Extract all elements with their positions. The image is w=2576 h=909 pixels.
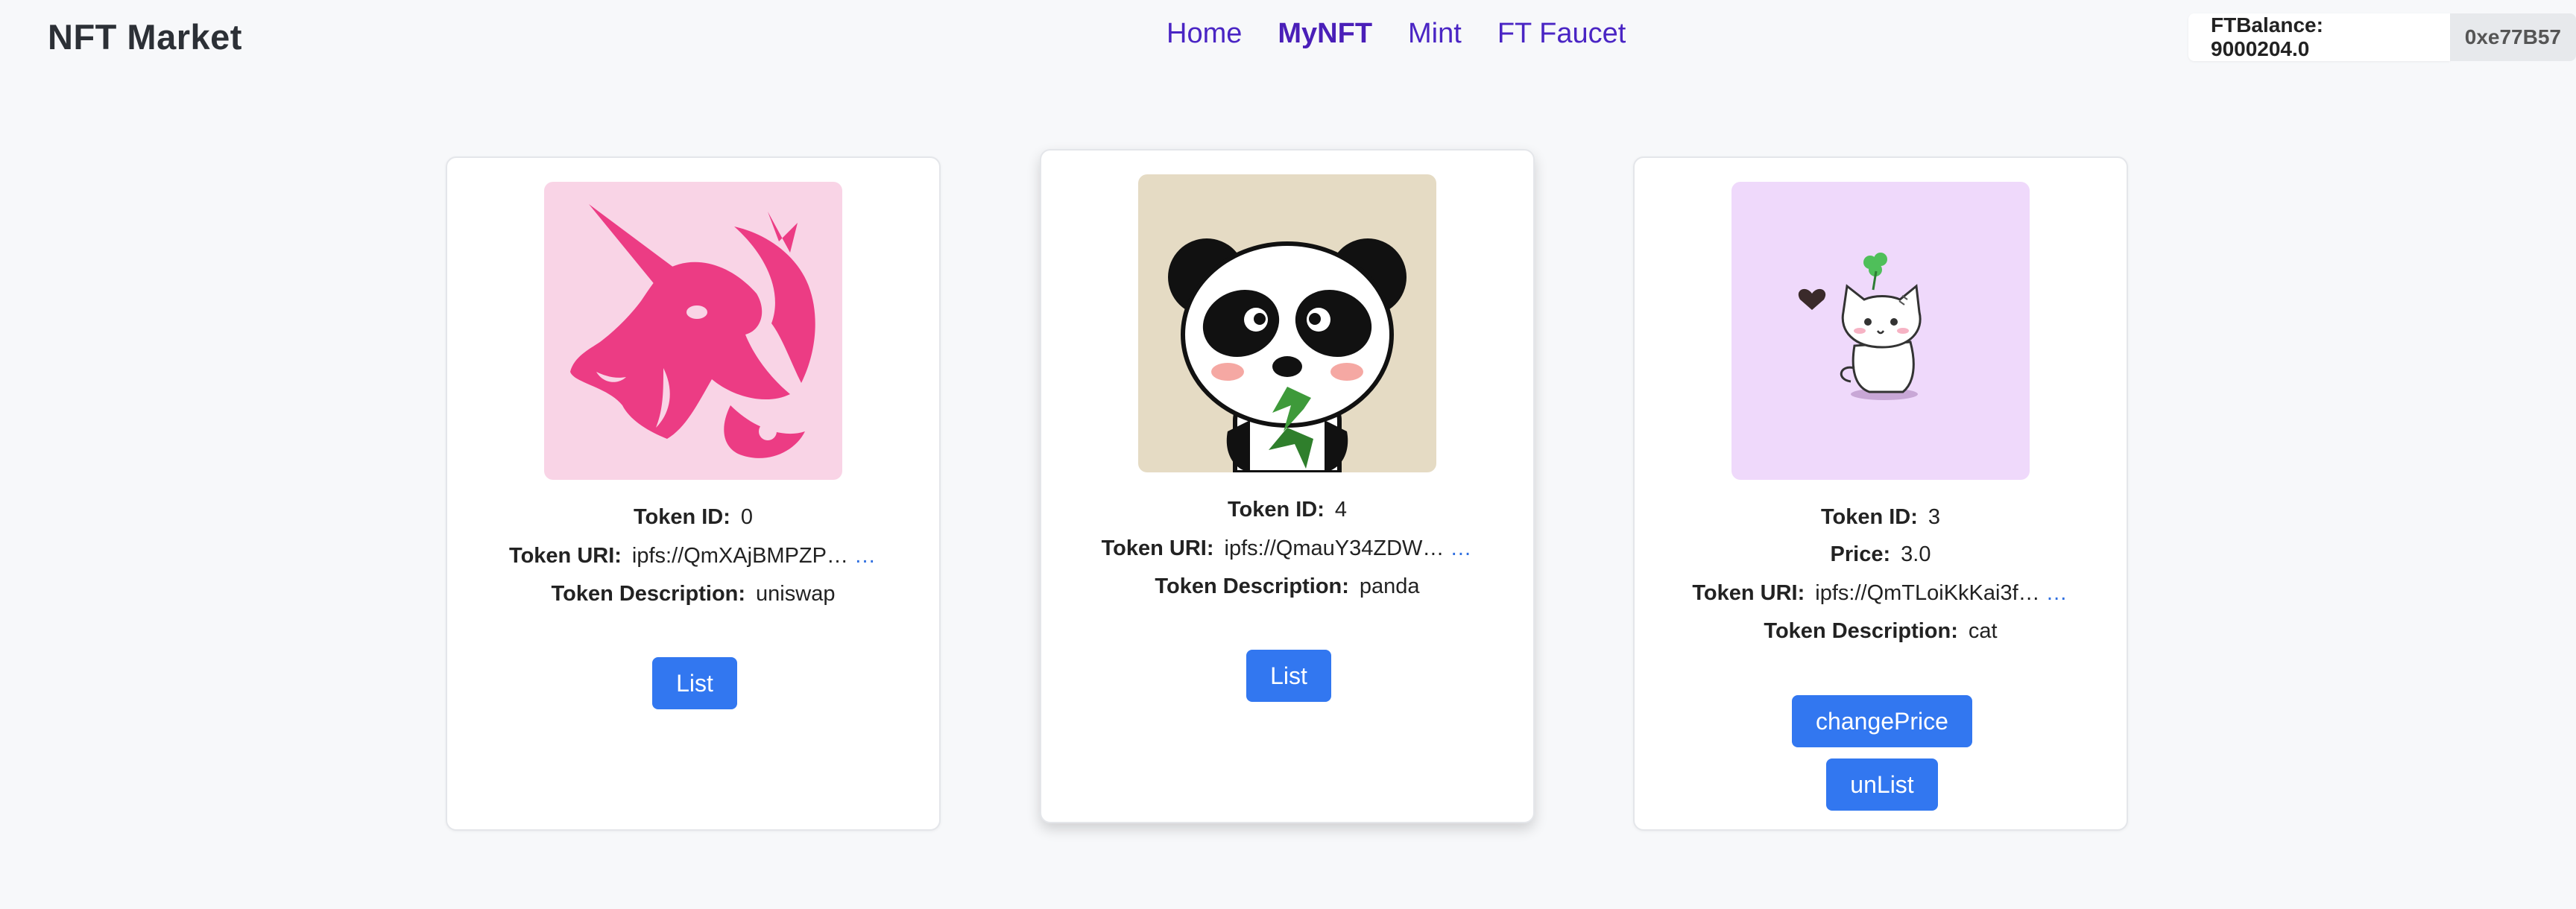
token-id-label: Token ID: (1227, 498, 1325, 522)
expand-uri-link[interactable]: … (1450, 536, 1473, 560)
ft-balance: FTBalance: 9000204.0 (2188, 13, 2450, 61)
token-uri-value: ipfs://QmXAjBMPZP… (631, 544, 848, 568)
token-id-row: Token ID: 0 (447, 505, 939, 530)
token-description-row: Token Description: cat (1635, 619, 2127, 644)
token-uri-label: Token URI: (1101, 536, 1214, 560)
panda-icon (1138, 174, 1436, 472)
brand-title[interactable]: NFT Market (48, 16, 242, 57)
token-uri-row: Token URI: ipfs://QmTLoiKkKai3f…… (1635, 581, 2127, 606)
token-uri-row: Token URI: ipfs://QmXAjBMPZP…… (447, 544, 939, 568)
token-description-value: uniswap (756, 582, 836, 606)
token-uri-label: Token URI: (509, 544, 622, 568)
token-id-row: Token ID: 3 (1635, 505, 2127, 530)
token-id-label: Token ID: (1820, 505, 1918, 529)
token-id-label: Token ID: (633, 505, 730, 529)
token-id-value: 0 (740, 505, 754, 529)
price-row: Price: 3.0 (1635, 542, 2127, 567)
main-nav: Home MyNFT Mint FT Faucet (1167, 18, 1626, 50)
token-description-label: Token Description: (1764, 619, 1958, 643)
expand-uri-link[interactable]: … (2046, 581, 2069, 605)
unlist-button[interactable]: unList (1826, 758, 1938, 811)
token-uri-value: ipfs://QmTLoiKkKai3f… (1815, 581, 2040, 605)
nft-card-panda: Token ID: 4 Token URI: ipfs://QmauY34ZDW……… (1040, 149, 1535, 823)
change-price-button[interactable]: changePrice (1792, 695, 1972, 747)
nav-mynft[interactable]: MyNFT (1278, 18, 1372, 50)
expand-uri-link[interactable]: … (854, 544, 877, 568)
wallet-info[interactable]: FTBalance: 9000204.0 0xe77B57 (2188, 13, 2576, 61)
unicorn-image (544, 182, 842, 480)
cat-image (1731, 182, 2030, 480)
token-description-label: Token Description: (1155, 574, 1349, 598)
token-description-row: Token Description: uniswap (447, 582, 939, 606)
token-description-label: Token Description: (551, 582, 746, 606)
top-bar: NFT Market Home MyNFT Mint FT Faucet FTB… (0, 0, 2576, 75)
cat-icon (1731, 182, 2030, 480)
token-uri-row: Token URI: ipfs://QmauY34ZDW…… (1041, 536, 1533, 561)
list-button[interactable]: List (652, 657, 737, 709)
nav-home[interactable]: Home (1167, 18, 1242, 50)
nft-card-uniswap: Token ID: 0 Token URI: ipfs://QmXAjBMPZP……… (446, 156, 941, 831)
account-address[interactable]: 0xe77B57 (2449, 13, 2576, 61)
token-uri-label: Token URI: (1692, 581, 1805, 605)
nav-ft-faucet[interactable]: FT Faucet (1497, 18, 1626, 50)
panda-image (1138, 174, 1436, 472)
unicorn-icon (544, 182, 842, 480)
token-description-row: Token Description: panda (1041, 574, 1533, 599)
token-id-value: 4 (1334, 498, 1348, 522)
token-uri-value: ipfs://QmauY34ZDW… (1224, 536, 1445, 560)
token-id-row: Token ID: 4 (1041, 498, 1533, 522)
token-id-value: 3 (1928, 505, 1941, 529)
nft-card-cat: Token ID: 3 Price: 3.0 Token URI: ipfs://Qm… (1633, 156, 2128, 831)
nav-mint[interactable]: Mint (1408, 18, 1462, 50)
price-label: Price: (1830, 542, 1891, 566)
price-value: 3.0 (1901, 542, 1931, 566)
token-description-value: cat (1968, 619, 1998, 643)
token-description-value: panda (1359, 574, 1420, 598)
list-button[interactable]: List (1246, 650, 1331, 702)
